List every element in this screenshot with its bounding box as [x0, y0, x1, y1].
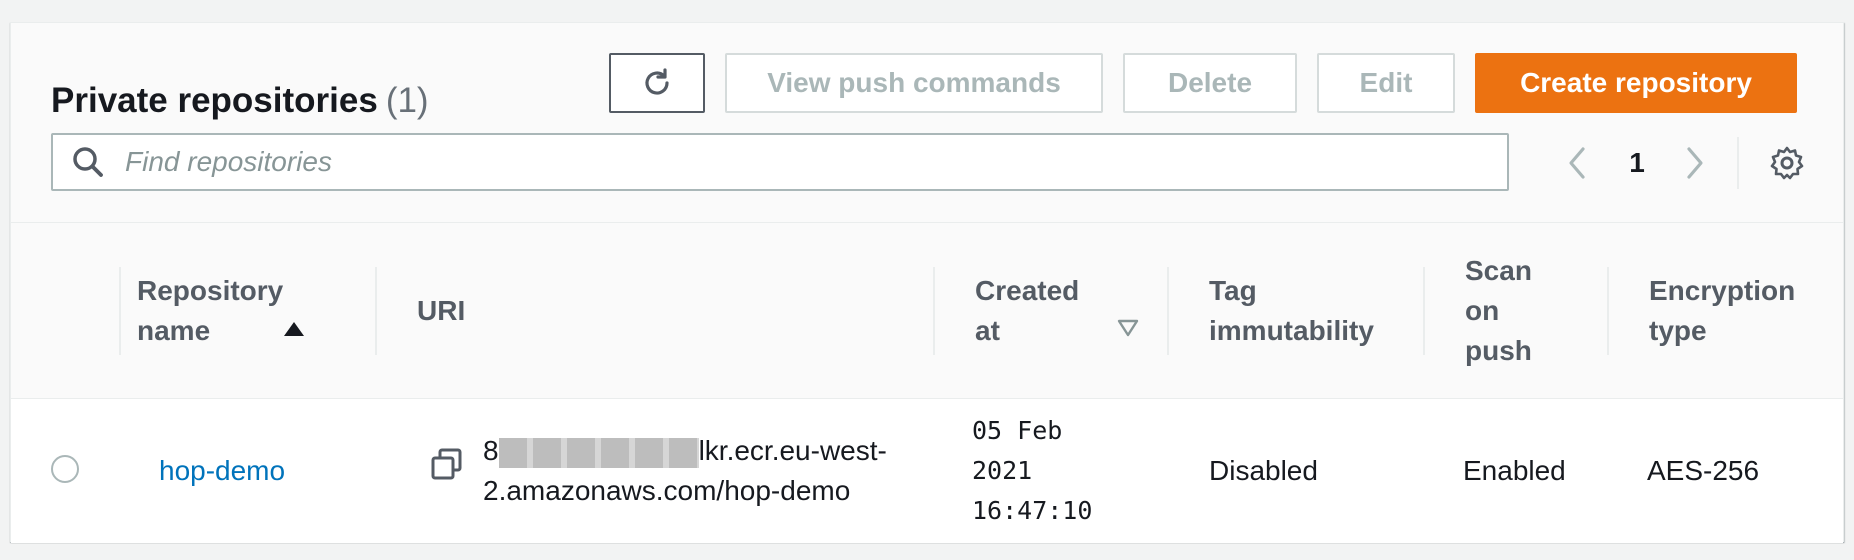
uri-cell: 8 lkr.ecr.eu-west- 2.amazonaws.com/hop-de… [483, 399, 923, 543]
redacted-account-id [498, 437, 699, 468]
column-label: on [1465, 295, 1500, 326]
page-title: Private repositories (1) [51, 81, 429, 121]
column-header-encryption-type[interactable]: Encryption type [1649, 223, 1839, 399]
view-push-commands-button[interactable]: View push commands [725, 53, 1103, 113]
scan-on-push-cell: Enabled [1463, 455, 1566, 486]
column-header-scan-on-push[interactable]: Scan on push [1465, 223, 1585, 399]
column-separator [1167, 267, 1169, 355]
column-label: Scan [1465, 255, 1532, 286]
column-label: Created [975, 275, 1080, 306]
current-page-number[interactable]: 1 [1617, 143, 1657, 183]
sort-descending-icon [1117, 319, 1139, 337]
uri-line-1: 8 lkr.ecr.eu-west- [483, 431, 887, 471]
column-label: push [1465, 335, 1532, 366]
uri-prefix: 8 [483, 435, 499, 466]
repository-name-cell: hop-demo [159, 399, 285, 543]
panel-header: Private repositories (1) View push comman… [11, 23, 1843, 223]
table-row[interactable]: hop-demo 8 lkr.ecr.eu-west- 2.amazonaws.c… [11, 399, 1843, 543]
column-label: immutability [1209, 315, 1374, 346]
column-separator [933, 267, 935, 355]
column-separator [1607, 267, 1609, 355]
column-separator [1423, 267, 1425, 355]
repository-count: (1) [385, 81, 429, 120]
table-header: Repository name URI Created at Tag immut… [11, 223, 1843, 399]
edit-button[interactable]: Edit [1317, 53, 1455, 113]
column-header-tag-immutability[interactable]: Tag immutability [1209, 223, 1429, 399]
search-input[interactable]: Find repositories [51, 133, 1509, 191]
column-header-uri[interactable]: URI [417, 223, 917, 399]
table-settings-button[interactable] [1765, 141, 1809, 185]
column-header-created-at[interactable]: Created at [975, 223, 1155, 399]
row-select-radio[interactable] [51, 455, 79, 483]
column-label: name [137, 315, 211, 346]
copy-icon[interactable] [429, 447, 465, 483]
column-separator [119, 267, 121, 355]
previous-page-button[interactable] [1557, 141, 1597, 185]
refresh-icon [645, 68, 669, 95]
column-label: Tag [1209, 275, 1257, 306]
created-date: 05 Feb [972, 416, 1063, 445]
created-at-cell: 05 Feb 2021 16:47:10 [972, 399, 1092, 543]
column-label: Repository [137, 275, 284, 306]
column-label: Encryption [1649, 275, 1796, 306]
gear-icon [1770, 146, 1804, 180]
search-placeholder: Find repositories [125, 146, 332, 177]
refresh-button[interactable] [609, 53, 705, 113]
chevron-left-icon [1569, 147, 1585, 179]
chevron-right-icon [1687, 147, 1703, 179]
column-separator [375, 267, 377, 355]
tag-immutability-cell: Disabled [1209, 455, 1318, 486]
column-header-repository-name[interactable]: Repository name [137, 223, 337, 399]
column-label: at [975, 315, 1000, 346]
create-repository-button[interactable]: Create repository [1475, 53, 1797, 113]
created-time: 16:47:10 [972, 496, 1093, 525]
repositories-panel: Private repositories (1) View push comman… [10, 22, 1844, 543]
repository-name-link[interactable]: hop-demo [159, 451, 285, 491]
next-page-button[interactable] [1675, 141, 1715, 185]
encryption-type-cell: AES-256 [1647, 455, 1760, 486]
sort-ascending-icon [284, 322, 304, 336]
search-icon [71, 145, 115, 179]
pagination-divider [1737, 137, 1739, 189]
delete-button[interactable]: Delete [1123, 53, 1297, 113]
uri-line-2: 2.amazonaws.com/hop-demo [483, 475, 851, 506]
created-year: 2021 [972, 456, 1033, 485]
uri-line1-suffix: lkr.ecr.eu-west- [698, 435, 887, 466]
column-label: URI [417, 295, 466, 326]
title-text: Private repositories [51, 81, 378, 120]
column-label: type [1649, 315, 1707, 346]
